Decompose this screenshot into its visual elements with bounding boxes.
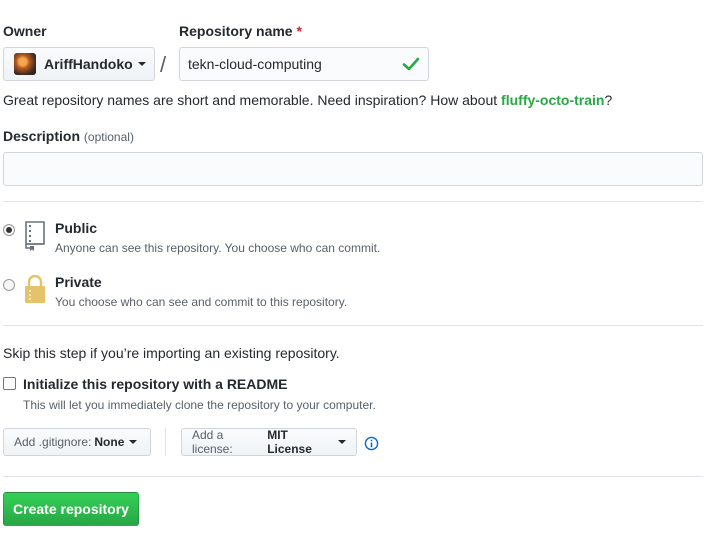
repo-name-suggestion: Great repository names are short and mem… <box>3 92 612 108</box>
suggested-name-link[interactable]: fluffy-octo-train <box>501 92 604 108</box>
divider <box>3 201 703 202</box>
skip-step-note: Skip this step if you’re importing an ex… <box>3 345 340 361</box>
visibility-private-description: You choose who can see and commit to thi… <box>55 295 348 309</box>
readme-description: This will let you immediately clone the … <box>23 398 376 412</box>
license-label: Add a license: <box>192 428 233 456</box>
suggestion-end: ? <box>604 92 613 108</box>
repo-name-label-text: Repository name <box>179 23 293 39</box>
visibility-public-label[interactable]: Public <box>55 220 97 236</box>
readme-label[interactable]: Initialize this repository with a README <box>23 376 287 392</box>
divider <box>165 428 166 456</box>
readme-checkbox[interactable] <box>3 377 16 390</box>
chevron-down-icon <box>129 440 138 444</box>
required-marker: * <box>296 23 302 39</box>
license-select[interactable]: Add a license: MIT License <box>181 428 357 456</box>
avatar <box>14 53 36 75</box>
owner-repo-separator: / <box>160 52 167 77</box>
visibility-private-label[interactable]: Private <box>55 274 102 290</box>
owner-value: AriffHandoko <box>44 56 133 72</box>
check-icon <box>402 57 420 71</box>
create-repository-button[interactable]: Create repository <box>3 492 139 526</box>
divider <box>3 476 703 477</box>
license-value: MIT License <box>267 428 312 456</box>
suggestion-text: Great repository names are short and mem… <box>3 92 502 108</box>
chevron-down-icon <box>338 440 346 444</box>
repo-name-input[interactable] <box>179 47 429 81</box>
visibility-public-description: Anyone can see this repository. You choo… <box>55 241 381 255</box>
gitignore-label: Add .gitignore: <box>14 435 92 449</box>
description-label-text: Description <box>3 128 81 144</box>
owner-label: Owner <box>3 23 47 39</box>
owner-select[interactable]: AriffHandoko <box>3 47 155 81</box>
visibility-private-radio[interactable] <box>3 279 15 291</box>
gitignore-select[interactable]: Add .gitignore: None <box>3 428 151 456</box>
chevron-down-icon <box>137 62 146 66</box>
repo-name-label: Repository name * <box>179 23 302 39</box>
info-icon[interactable] <box>364 436 379 451</box>
optional-hint: (optional) <box>83 130 134 144</box>
visibility-public-radio[interactable] <box>3 224 15 236</box>
divider <box>3 325 703 326</box>
description-label: Description (optional) <box>3 128 134 144</box>
repo-icon <box>25 221 45 251</box>
description-input[interactable] <box>3 152 703 186</box>
gitignore-value: None <box>94 435 125 449</box>
lock-icon <box>25 274 45 303</box>
